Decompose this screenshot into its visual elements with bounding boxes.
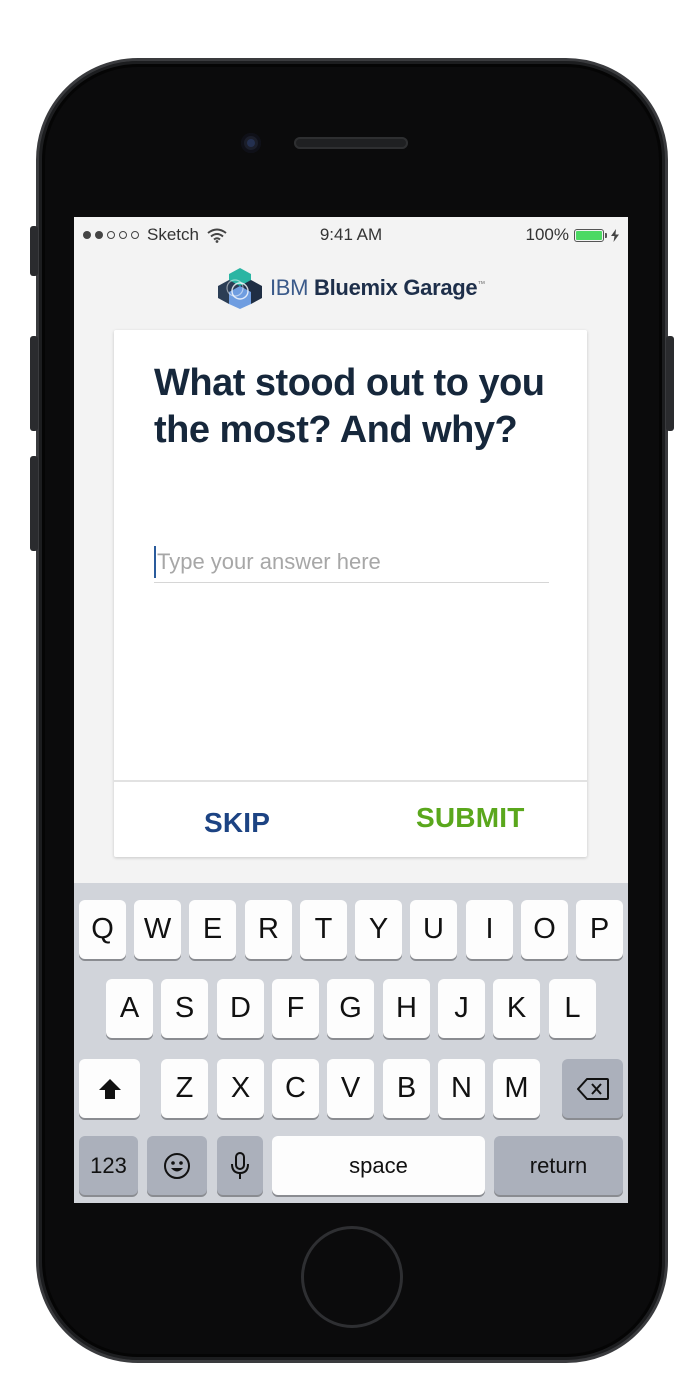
battery-percentage: 100% xyxy=(525,225,569,244)
earpiece-speaker xyxy=(294,137,408,149)
key-q[interactable]: Q xyxy=(79,900,126,959)
keyboard: Q W E R T Y U I O P A S D F G H J K L Z … xyxy=(74,883,628,1203)
shift-key[interactable] xyxy=(79,1059,140,1118)
key-n[interactable]: N xyxy=(438,1059,485,1118)
dictation-key[interactable] xyxy=(217,1136,263,1195)
brand-name: IBM Bluemix Garage™ xyxy=(270,275,485,301)
front-camera xyxy=(241,133,261,153)
key-j[interactable]: J xyxy=(438,979,485,1038)
key-z[interactable]: Z xyxy=(161,1059,208,1118)
answer-input[interactable]: Type your answer here xyxy=(154,542,549,583)
brand-logo: IBM Bluemix Garage™ xyxy=(218,267,485,309)
numbers-key[interactable]: 123 xyxy=(79,1136,138,1195)
brand-product: Bluemix Garage xyxy=(314,275,478,300)
charging-bolt-icon xyxy=(611,228,619,242)
skip-button[interactable]: SKIP xyxy=(204,807,270,839)
space-key[interactable]: space xyxy=(272,1136,485,1195)
key-m[interactable]: M xyxy=(493,1059,540,1118)
key-y[interactable]: Y xyxy=(355,900,402,959)
key-e[interactable]: E xyxy=(189,900,236,959)
bluemix-logo-icon xyxy=(218,267,262,309)
backspace-icon xyxy=(576,1078,609,1101)
key-w[interactable]: W xyxy=(134,900,181,959)
screen: Sketch 9:41 AM 100% IBM Bluemix Garage™ … xyxy=(74,217,628,1203)
emoji-key[interactable] xyxy=(147,1136,207,1195)
key-b[interactable]: B xyxy=(383,1059,430,1118)
status-right: 100% xyxy=(526,225,619,245)
key-h[interactable]: H xyxy=(383,979,430,1038)
shift-icon xyxy=(98,1078,122,1100)
key-o[interactable]: O xyxy=(521,900,568,959)
key-l[interactable]: L xyxy=(549,979,596,1038)
key-t[interactable]: T xyxy=(300,900,347,959)
return-key[interactable]: return xyxy=(494,1136,623,1195)
key-u[interactable]: U xyxy=(410,900,457,959)
key-f[interactable]: F xyxy=(272,979,319,1038)
power-button xyxy=(666,336,674,431)
key-s[interactable]: S xyxy=(161,979,208,1038)
volume-down-button xyxy=(30,456,38,551)
microphone-icon xyxy=(231,1152,249,1180)
key-a[interactable]: A xyxy=(106,979,153,1038)
key-v[interactable]: V xyxy=(327,1059,374,1118)
home-button[interactable] xyxy=(301,1226,403,1328)
submit-button[interactable]: SUBMIT xyxy=(416,802,525,834)
key-c[interactable]: C xyxy=(272,1059,319,1118)
mute-switch xyxy=(30,226,38,276)
card-divider xyxy=(114,780,587,782)
key-p[interactable]: P xyxy=(576,900,623,959)
key-r[interactable]: R xyxy=(245,900,292,959)
key-i[interactable]: I xyxy=(466,900,513,959)
backspace-key[interactable] xyxy=(562,1059,623,1118)
emoji-icon xyxy=(163,1152,191,1180)
answer-placeholder: Type your answer here xyxy=(157,549,381,574)
key-d[interactable]: D xyxy=(217,979,264,1038)
status-bar: Sketch 9:41 AM 100% xyxy=(74,217,628,251)
battery-icon xyxy=(574,228,607,242)
text-cursor xyxy=(154,546,156,578)
key-g[interactable]: G xyxy=(327,979,374,1038)
brand-trademark: ™ xyxy=(477,279,486,289)
survey-card: What stood out to you the most? And why?… xyxy=(114,330,587,857)
volume-up-button xyxy=(30,336,38,431)
key-k[interactable]: K xyxy=(493,979,540,1038)
key-x[interactable]: X xyxy=(217,1059,264,1118)
brand-ibm: IBM xyxy=(270,275,309,300)
question-title: What stood out to you the most? And why? xyxy=(154,362,545,451)
